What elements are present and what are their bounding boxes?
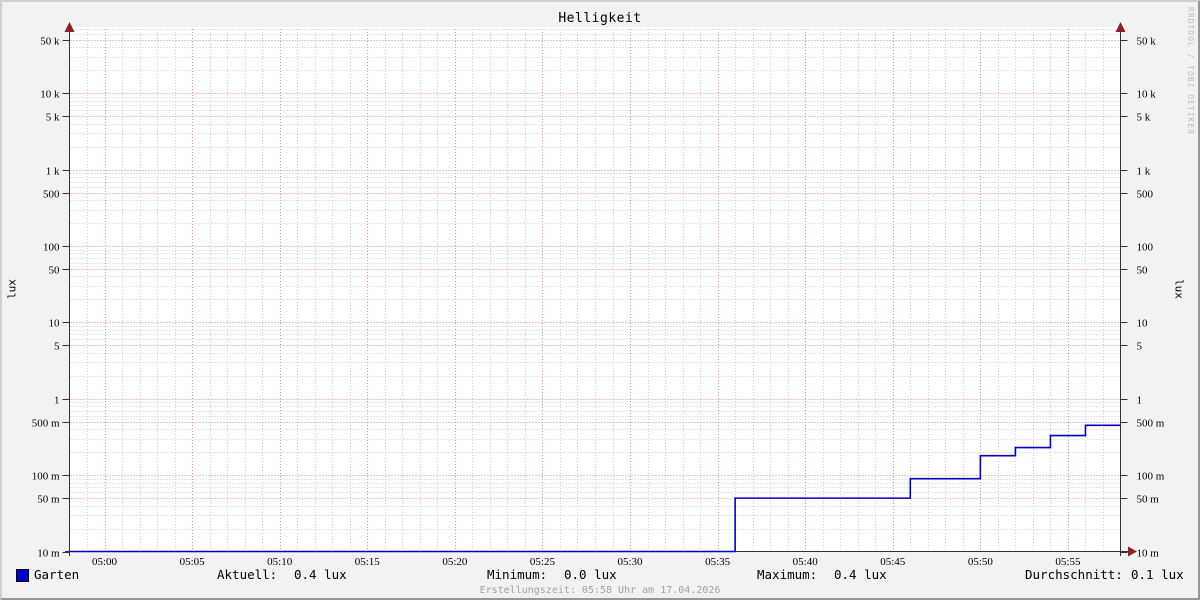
svg-text:10 k: 10 k xyxy=(1137,89,1157,101)
chart-canvas: 50 k50 k10 k10 k5 k5 k1 k1 k500500100100… xyxy=(2,2,1198,598)
svg-text:5: 5 xyxy=(1137,341,1143,353)
svg-text:50: 50 xyxy=(1137,265,1149,277)
svg-text:5 k: 5 k xyxy=(1137,112,1151,124)
svg-text:50 m: 50 m xyxy=(1137,494,1160,506)
svg-text:50: 50 xyxy=(49,265,61,277)
svg-text:500 m: 500 m xyxy=(1137,418,1165,430)
svg-text:10 m: 10 m xyxy=(37,548,60,560)
svg-text:100: 100 xyxy=(1137,242,1154,254)
legend-swatch-garten xyxy=(16,569,29,582)
svg-text:100: 100 xyxy=(43,242,60,254)
svg-text:50 k: 50 k xyxy=(40,36,60,48)
svg-text:10 m: 10 m xyxy=(1137,548,1160,560)
stat-aktuell-label: Aktuell: xyxy=(217,567,277,582)
stat-aktuell-value: 0.4 lux xyxy=(294,567,347,582)
svg-text:100 m: 100 m xyxy=(32,471,60,483)
stat-minimum-value: 0.0 lux xyxy=(564,567,617,582)
svg-text:5: 5 xyxy=(54,341,60,353)
stat-minimum-label: Minimum: xyxy=(487,567,547,582)
stat-maximum-label: Maximum: xyxy=(757,567,817,582)
svg-text:100 m: 100 m xyxy=(1137,471,1165,483)
svg-text:1 k: 1 k xyxy=(1137,166,1151,178)
svg-text:1: 1 xyxy=(54,395,60,407)
svg-text:10: 10 xyxy=(1137,318,1149,330)
svg-text:500: 500 xyxy=(1137,189,1154,201)
rrdtool-graph: Helligkeit lux lux RRDTOOL / TOBI OETIKE… xyxy=(0,0,1200,600)
svg-text:500: 500 xyxy=(43,189,60,201)
svg-text:5 k: 5 k xyxy=(46,112,60,124)
stat-durchschnitt-value: 0.1 lux xyxy=(1131,567,1184,582)
stat-maximum-value: 0.4 lux xyxy=(834,567,887,582)
svg-text:50 k: 50 k xyxy=(1137,36,1157,48)
svg-text:1: 1 xyxy=(1137,395,1143,407)
svg-text:10: 10 xyxy=(49,318,61,330)
legend-row: Garten Aktuell: 0.4 lux Minimum: 0.0 lux… xyxy=(2,567,1198,583)
stat-durchschnitt-label: Durchschnitt: xyxy=(1025,567,1123,582)
svg-text:500 m: 500 m xyxy=(32,418,60,430)
svg-text:50 m: 50 m xyxy=(37,494,60,506)
svg-text:10 k: 10 k xyxy=(40,89,60,101)
legend-label-garten: Garten xyxy=(34,567,79,582)
svg-text:1 k: 1 k xyxy=(46,166,60,178)
creation-time-footer: Erstellungszeit: 05:58 Uhr am 17.04.2026 xyxy=(2,585,1198,596)
